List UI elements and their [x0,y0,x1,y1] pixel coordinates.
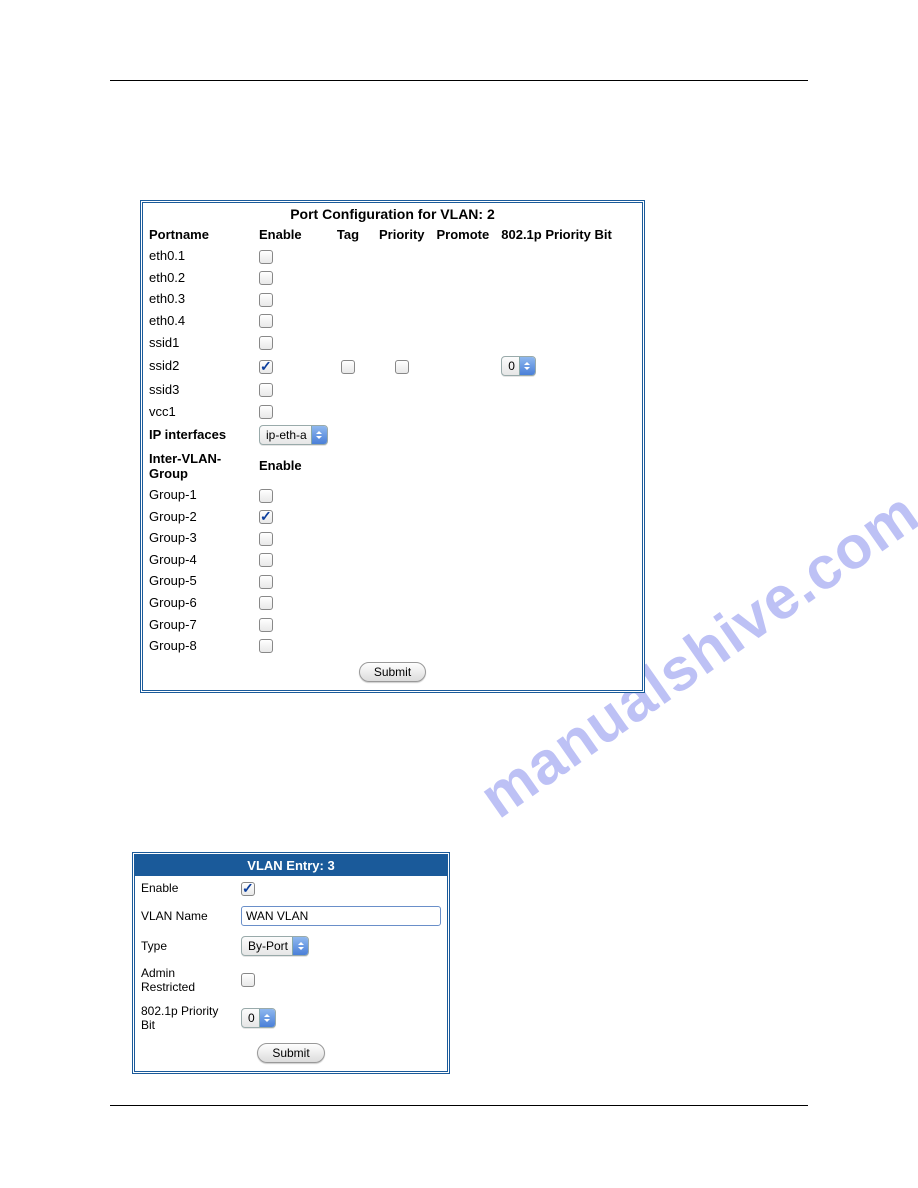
group-name: Group-7 [143,613,253,635]
group-name: Group-5 [143,570,253,592]
port-enable-checkbox[interactable] [259,336,273,350]
header-enable: Enable [253,224,323,245]
ip-interfaces-select[interactable]: ip-eth-a [259,425,328,445]
vlan-admin-restricted-label: Admin Restricted [135,961,235,999]
select-arrow-icon [519,357,535,375]
vlan-pbit-value: 0 [248,1011,255,1025]
group-enable-checkbox[interactable] [259,553,273,567]
group-row: Group-5 [143,570,642,592]
port-row: ssid3 [143,379,642,401]
port-config-table: Portname Enable Tag Priority Promote 802… [143,224,642,656]
header-pbit: 802.1p Priority Bit [495,224,642,245]
port-row: eth0.3 [143,288,642,310]
vlan-name-label: VLAN Name [135,901,235,931]
group-name: Group-8 [143,635,253,657]
vlan-entry-panel: VLAN Entry: 3 Enable VLAN Name Type By-P… [132,852,450,1074]
vlan-pbit-select[interactable]: 0 [241,1008,276,1028]
ip-interfaces-row: IP interfaces ip-eth-a [143,422,642,448]
port-enable-checkbox[interactable] [259,405,273,419]
group-row: Group-3 [143,527,642,549]
group-enable-checkbox[interactable] [259,575,273,589]
port-config-title: Port Configuration for VLAN: 2 [143,203,642,224]
group-row: Group-7 [143,613,642,635]
vlan-entry-title: VLAN Entry: 3 [135,855,447,876]
vlan-pbit-row: 802.1p Priority Bit 0 [135,999,447,1037]
port-priority-checkbox[interactable] [395,360,409,374]
port-enable-checkbox[interactable] [259,314,273,328]
inter-vlan-header-row: Inter-VLAN-Group Enable [143,448,642,484]
vlan-name-input[interactable] [241,906,441,926]
port-enable-checkbox[interactable] [259,271,273,285]
port-header-row: Portname Enable Tag Priority Promote 802… [143,224,642,245]
port-row: eth0.1 [143,245,642,267]
group-enable-checkbox[interactable] [259,596,273,610]
header-portname: Portname [143,224,253,245]
vlan-entry-submit-button[interactable]: Submit [257,1043,324,1063]
select-arrow-icon [292,937,308,955]
group-name: Group-4 [143,549,253,571]
vlan-pbit-label: 802.1p Priority Bit [135,999,235,1037]
vlan-type-row: Type By-Port [135,931,447,961]
page-rule-bottom [110,1105,808,1106]
port-config-submit-button[interactable]: Submit [359,662,426,682]
port-pbit-value: 0 [508,359,515,373]
group-row: Group-2 [143,506,642,528]
vlan-type-value: By-Port [248,939,288,953]
page-rule-top [110,80,808,81]
vlan-admin-restricted-row: Admin Restricted [135,961,447,999]
port-row: vcc1 [143,400,642,422]
port-name: ssid3 [143,379,253,401]
port-enable-checkbox[interactable] [259,250,273,264]
port-name: eth0.4 [143,310,253,332]
vlan-enable-label: Enable [135,876,235,901]
group-row: Group-6 [143,592,642,614]
group-name: Group-3 [143,527,253,549]
group-name: Group-6 [143,592,253,614]
ip-interfaces-label: IP interfaces [143,422,253,448]
port-row: ssid1 [143,331,642,353]
group-enable-checkbox[interactable] [259,639,273,653]
port-enable-checkbox[interactable] [259,360,273,374]
port-row: eth0.4 [143,310,642,332]
port-enable-checkbox[interactable] [259,293,273,307]
group-name: Group-1 [143,484,253,506]
vlan-enable-row: Enable [135,876,447,901]
vlan-entry-table: Enable VLAN Name Type By-Port Admin Rest… [135,876,447,1037]
group-row: Group-1 [143,484,642,506]
port-config-submit-row: Submit [143,656,642,690]
vlan-name-row: VLAN Name [135,901,447,931]
port-name: eth0.1 [143,245,253,267]
group-name: Group-2 [143,506,253,528]
port-enable-checkbox[interactable] [259,383,273,397]
inter-vlan-group-label: Inter-VLAN-Group [143,448,253,484]
ip-interfaces-value: ip-eth-a [266,428,307,442]
group-enable-checkbox[interactable] [259,532,273,546]
port-name: ssid2 [143,353,253,379]
header-tag: Tag [323,224,373,245]
vlan-entry-submit-row: Submit [135,1037,447,1071]
port-name: eth0.2 [143,267,253,289]
port-name: vcc1 [143,400,253,422]
port-pbit-select[interactable]: 0 [501,356,536,376]
group-enable-checkbox[interactable] [259,510,273,524]
vlan-enable-checkbox[interactable] [241,882,255,896]
select-arrow-icon [259,1009,275,1027]
select-arrow-icon [311,426,327,444]
port-row: ssid2 0 [143,353,642,379]
header-promote: Promote [431,224,496,245]
port-row: eth0.2 [143,267,642,289]
vlan-admin-restricted-checkbox[interactable] [241,973,255,987]
port-tag-checkbox[interactable] [341,360,355,374]
group-enable-checkbox[interactable] [259,489,273,503]
port-config-panel: Port Configuration for VLAN: 2 Portname … [140,200,645,693]
inter-vlan-enable-header: Enable [253,448,642,484]
header-priority: Priority [373,224,431,245]
group-row: Group-8 [143,635,642,657]
group-row: Group-4 [143,549,642,571]
group-enable-checkbox[interactable] [259,618,273,632]
port-name: eth0.3 [143,288,253,310]
vlan-type-label: Type [135,931,235,961]
port-name: ssid1 [143,331,253,353]
vlan-type-select[interactable]: By-Port [241,936,309,956]
